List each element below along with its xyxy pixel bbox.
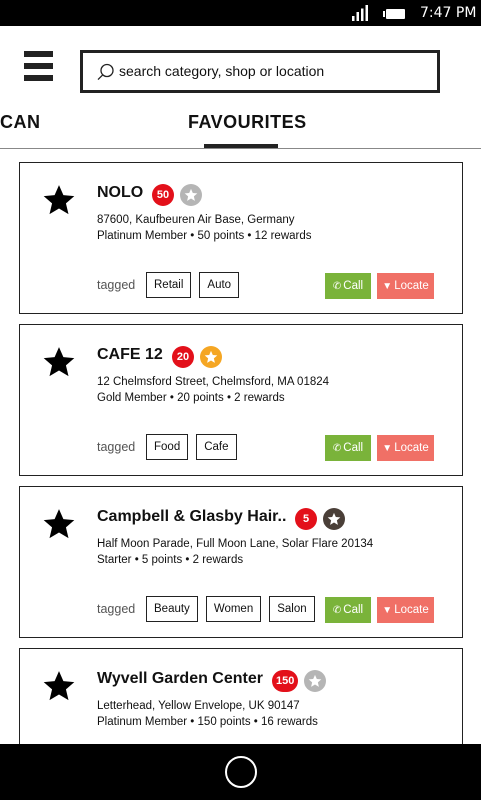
membership-summary: Platinum Member • 150 points • 16 reward… [97,716,318,728]
phone-icon: ✆ [332,281,342,292]
favourite-card[interactable]: NOLO 50 87600, Kaufbeuren Air Base, Germ… [19,162,463,314]
shop-name[interactable]: NOLO [97,184,143,202]
tab-divider [0,148,481,149]
tag-chip[interactable]: Women [205,596,262,622]
tag-chip[interactable]: Food [146,434,189,460]
search-input[interactable] [119,59,429,83]
phone-icon: ✆ [332,605,342,616]
tagged-label: tagged [97,440,136,454]
call-label: Call [343,604,364,616]
tier-star-icon [180,184,202,206]
favourite-star-icon[interactable] [42,669,76,703]
favourite-star-icon[interactable] [42,183,76,217]
map-pin-icon: ▼ [382,443,393,454]
favourite-star-icon[interactable] [42,507,76,541]
tag-chip[interactable]: Salon [269,596,315,622]
tag-list: Retail Auto [146,272,240,298]
map-pin-icon: ▼ [382,605,393,616]
call-button[interactable]: ✆ Call [325,435,371,461]
tag-chip[interactable]: Retail [146,272,192,298]
points-badge: 5 [295,508,317,530]
points-badge: 50 [152,184,174,206]
locate-button[interactable]: ▼ Locate [377,273,434,299]
status-time: 7:47 PM [420,5,477,21]
locate-label: Locate [394,442,429,454]
battery-icon [383,9,405,19]
membership-summary: Gold Member • 20 points • 2 rewards [97,392,285,404]
hamburger-menu-icon[interactable] [24,51,53,81]
call-button[interactable]: ✆ Call [325,597,371,623]
points-badge: 150 [272,670,299,692]
tag-chip[interactable]: Cafe [196,434,237,460]
status-bar: 7:47 PM [0,0,481,26]
tag-chip[interactable]: Auto [199,272,240,298]
shop-name[interactable]: CAFE 12 [97,346,163,364]
call-button[interactable]: ✆ Call [325,273,371,299]
favourite-card[interactable]: Campbell & Glasby Hair.. 5 Half Moon Par… [19,486,463,638]
search-icon [97,63,114,81]
phone-icon: ✆ [332,443,342,454]
tagged-label: tagged [97,278,136,292]
tagged-label: tagged [97,602,136,616]
membership-summary: Starter • 5 points • 2 rewards [97,554,244,566]
home-circle-icon[interactable] [225,756,257,788]
signal-icon [352,5,368,21]
tier-star-icon [304,670,326,692]
bottom-nav-bar [0,744,481,800]
map-pin-icon: ▼ [382,281,393,292]
shop-address: Letterhead, Yellow Envelope, UK 90147 [97,700,300,712]
favourite-star-icon[interactable] [42,345,76,379]
locate-label: Locate [394,280,429,292]
call-label: Call [343,280,364,292]
tab-scan[interactable]: CAN [0,112,41,133]
tier-star-icon [200,346,222,368]
search-bar[interactable] [80,50,440,93]
tag-list: Beauty Women Salon [146,596,315,622]
membership-summary: Platinum Member • 50 points • 12 rewards [97,230,312,242]
shop-name[interactable]: Wyvell Garden Center [97,670,263,688]
locate-button[interactable]: ▼ Locate [377,597,434,623]
tag-chip[interactable]: Beauty [146,596,198,622]
locate-label: Locate [394,604,429,616]
points-badge: 20 [172,346,194,368]
tag-list: Food Cafe [146,434,237,460]
locate-button[interactable]: ▼ Locate [377,435,434,461]
favourites-list: NOLO 50 87600, Kaufbeuren Air Base, Germ… [19,162,463,800]
shop-address: 12 Chelmsford Street, Chelmsford, MA 018… [97,376,330,388]
shop-address: 87600, Kaufbeuren Air Base, Germany [97,214,295,226]
shop-address: Half Moon Parade, Full Moon Lane, Solar … [97,538,374,550]
tab-favourites[interactable]: FAVOURITES [188,112,307,133]
shop-name[interactable]: Campbell & Glasby Hair.. [97,508,286,526]
call-label: Call [343,442,364,454]
favourite-card[interactable]: CAFE 12 20 12 Chelmsford Street, Chelmsf… [19,324,463,476]
tier-star-icon [323,508,345,530]
